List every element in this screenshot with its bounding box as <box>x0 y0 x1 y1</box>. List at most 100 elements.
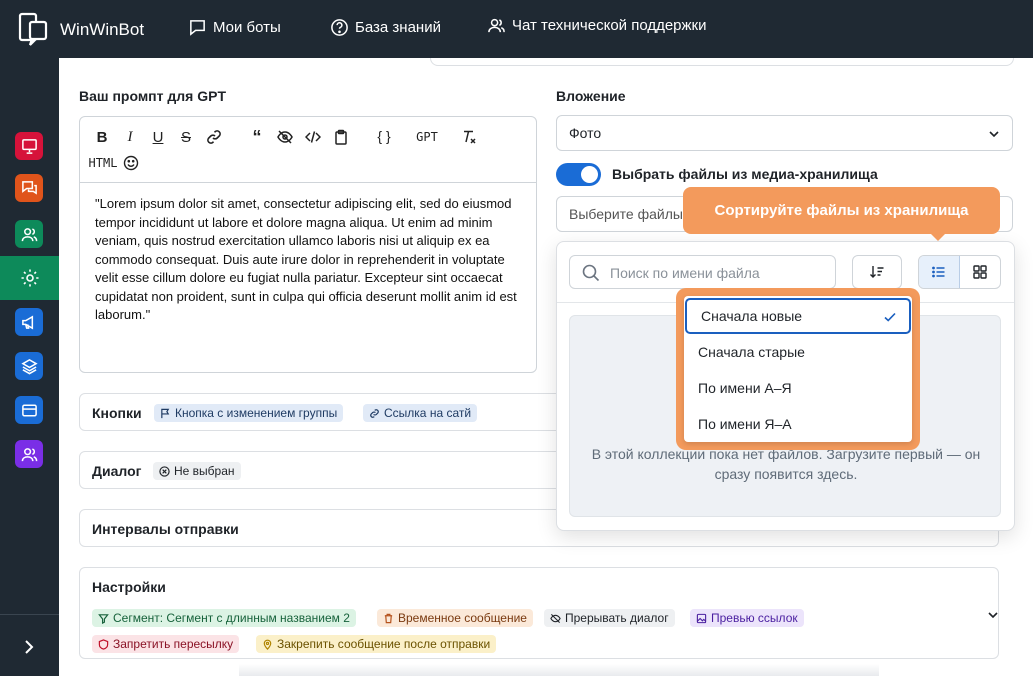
sort-tooltip: Сортируйте файлы из хранилища <box>683 187 1000 241</box>
files-select-placeholder: Выберите файлы <box>569 206 683 222</box>
chat-bubble-icon <box>190 20 205 36</box>
users-icon <box>21 227 37 241</box>
nav-my-bots[interactable]: Мои боты <box>188 18 281 37</box>
users-icon <box>488 18 505 33</box>
preview-chip-label: Превью ссылок <box>711 611 798 625</box>
chat-icon <box>21 180 37 195</box>
nav-support-chat-label: Чат технической поддержки <box>512 17 707 34</box>
sidebar-divider <box>0 614 59 615</box>
link-chip: Ссылка на сатй <box>363 404 478 422</box>
sort-option-label: По имени А–Я <box>698 380 792 396</box>
attachment-select[interactable]: Фото <box>556 115 1013 151</box>
button-chip: Кнопка с изменением группы <box>154 404 344 422</box>
trash-icon <box>384 613 393 623</box>
html-button[interactable]: HTML <box>86 153 120 173</box>
sort-button[interactable] <box>852 255 902 289</box>
media-storage-toggle-label: Выбрать файлы из медиа-хранилища <box>612 166 878 182</box>
sidebar-item-broadcasts[interactable] <box>15 308 43 336</box>
nav-my-bots-label: Мои боты <box>213 19 281 36</box>
shield-icon <box>98 638 109 650</box>
sort-option-label: Сначала новые <box>701 308 803 324</box>
forward-block-chip: Запретить пересылку <box>92 635 240 653</box>
prompt-editor[interactable]: B I U S “ { } GPT HTML "Lorem ipsum dolo… <box>79 116 537 373</box>
sort-option-label: По имени Я–А <box>698 416 792 432</box>
underline-icon[interactable]: U <box>148 127 168 147</box>
quote-icon[interactable]: “ <box>247 127 267 147</box>
bottom-shadow <box>239 664 879 676</box>
dialog-chip-label: Не выбран <box>174 464 235 478</box>
italic-icon[interactable]: I <box>120 127 140 147</box>
chevron-down-icon[interactable] <box>986 608 1000 622</box>
sidebar-item-layers[interactable] <box>15 352 43 380</box>
sort-option-newest[interactable]: Сначала новые <box>685 298 911 334</box>
previous-field-edge <box>430 58 1014 66</box>
flag-icon <box>161 408 170 418</box>
prompt-label: Ваш промпт для GPT <box>79 88 227 104</box>
view-mode-toggle <box>918 255 1001 289</box>
interrupt-chip-label: Прерывать диалог <box>565 611 669 625</box>
sort-tooltip-text: Сортируйте файлы из хранилища <box>714 202 969 219</box>
grid-icon <box>973 265 987 279</box>
pin-chip: Закрепить сообщение после отправки <box>256 635 497 653</box>
strikethrough-icon[interactable]: S <box>176 127 196 147</box>
sort-option-name-desc[interactable]: По имени Я–А <box>684 406 912 442</box>
check-icon <box>884 312 896 322</box>
media-storage-toggle[interactable] <box>556 163 601 186</box>
question-circle-icon <box>331 19 348 36</box>
temporary-chip: Временное сообщение <box>377 609 533 627</box>
search-icon <box>582 264 600 282</box>
top-bar: WinWinBot Мои боты База знаний Чат техни… <box>0 0 1033 58</box>
list-icon <box>932 266 945 278</box>
clear-format-icon[interactable] <box>460 127 480 147</box>
presentation-icon <box>21 138 37 154</box>
list-view-button[interactable] <box>919 256 960 288</box>
sort-option-name-asc[interactable]: По имени А–Я <box>684 370 912 406</box>
chevron-down-icon <box>989 131 999 138</box>
button-chip-label: Кнопка с изменением группы <box>175 406 338 420</box>
empty-collection-text: В этой коллекции пока нет файлов. Загруз… <box>591 446 981 482</box>
settings-title: Настройки <box>92 579 166 595</box>
intervals-title: Интервалы отправки <box>92 521 239 537</box>
nav-knowledge-base[interactable]: База знаний <box>330 18 441 37</box>
settings-section[interactable]: Настройки Сегмент: Сегмент с длинным наз… <box>79 567 999 659</box>
grid-view-button[interactable] <box>960 256 1000 288</box>
gear-icon <box>21 269 38 287</box>
link-chip-label: Ссылка на сатй <box>384 406 472 420</box>
sidebar <box>0 58 59 676</box>
interrupt-chip: Прерывать диалог <box>544 609 675 627</box>
braces-icon[interactable]: { } <box>374 126 394 146</box>
eye-off-icon[interactable] <box>275 127 295 147</box>
file-search-input[interactable]: Поиск по имени файла <box>569 255 836 289</box>
prompt-text[interactable]: "Lorem ipsum dolor sit amet, consectetur… <box>95 195 525 325</box>
sort-option-oldest[interactable]: Сначала старые <box>684 334 912 370</box>
nav-support-chat[interactable]: Чат технической поддержки <box>487 16 707 35</box>
brand-name[interactable]: WinWinBot <box>60 20 144 40</box>
x-circle-icon <box>159 465 170 477</box>
pin-chip-label: Закрепить сообщение после отправки <box>277 637 491 651</box>
sidebar-item-payments[interactable] <box>15 396 43 424</box>
sidebar-item-users[interactable] <box>15 220 43 248</box>
eye-off-icon <box>550 613 561 623</box>
sidebar-item-chats[interactable] <box>15 174 43 202</box>
card-icon <box>21 404 37 416</box>
code-icon[interactable] <box>303 127 323 147</box>
sidebar-item-settings[interactable] <box>0 256 59 300</box>
layers-icon <box>20 358 38 374</box>
segment-chip-label: Сегмент: Сегмент с длинным названием 2 <box>113 611 350 625</box>
sort-icon <box>870 266 884 278</box>
sort-option-label: Сначала старые <box>698 344 805 360</box>
sort-dropdown: Сначала новые Сначала старые По имени А–… <box>684 296 912 442</box>
gpt-button[interactable]: GPT <box>411 127 443 147</box>
nav-knowledge-base-label: База знаний <box>355 19 441 36</box>
emoji-icon[interactable] <box>121 153 141 173</box>
clipboard-icon[interactable] <box>331 127 351 147</box>
filter-icon <box>98 613 109 624</box>
link-icon[interactable] <box>204 127 224 147</box>
chevron-right-icon[interactable] <box>20 638 38 656</box>
bold-icon[interactable]: B <box>92 127 112 147</box>
logo-icon[interactable] <box>18 12 48 46</box>
preview-chip: Превью ссылок <box>690 609 804 627</box>
sidebar-item-presentations[interactable] <box>15 132 43 160</box>
dialog-chip: Не выбран <box>153 462 241 480</box>
sidebar-item-team[interactable] <box>15 440 43 468</box>
